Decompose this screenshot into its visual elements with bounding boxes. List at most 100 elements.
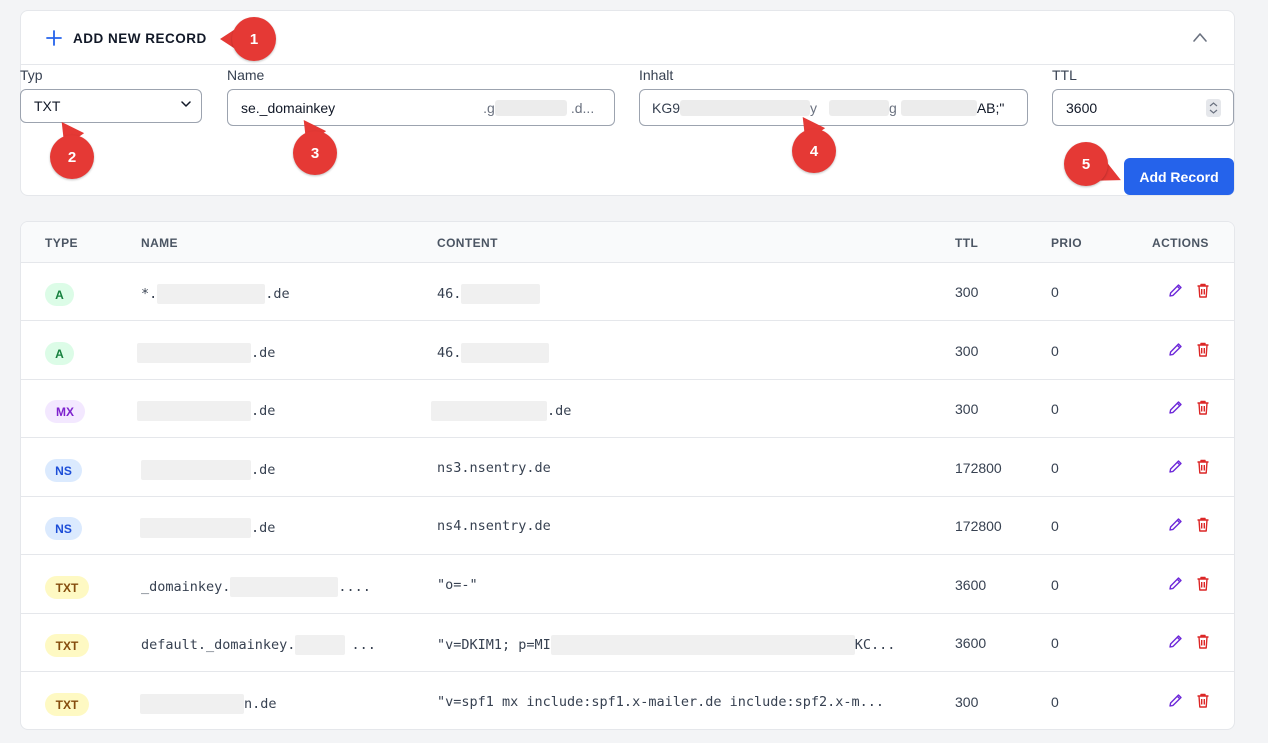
column-header-ttl: TTL — [955, 236, 979, 250]
record-ttl: 3600 — [955, 635, 987, 651]
record-name-suffix: .de — [251, 403, 276, 419]
callout-marker-2: 2 — [50, 135, 94, 179]
stepper-arrows-icon — [1209, 102, 1218, 114]
redacted-text — [680, 99, 811, 116]
pencil-icon[interactable] — [1167, 399, 1183, 416]
pencil-icon[interactable] — [1167, 341, 1183, 358]
record-name: *. .de — [141, 284, 290, 304]
name-input-end: .d... — [570, 99, 595, 116]
redacted-text — [900, 99, 977, 116]
record-prio: 0 — [1051, 694, 1059, 710]
record-content: 46. — [437, 343, 550, 363]
record-content: "o=-" — [437, 577, 478, 593]
pencil-icon[interactable] — [1167, 282, 1183, 299]
record-type-badge: TXT — [45, 576, 89, 599]
trash-icon[interactable] — [1195, 575, 1211, 592]
record-prio: 0 — [1051, 635, 1059, 651]
ttl-input-value: 3600 — [1066, 99, 1098, 116]
record-type-badge: A — [45, 283, 74, 306]
record-type-badge: MX — [45, 400, 85, 423]
record-ttl: 172800 — [955, 518, 1002, 534]
table-row: NS .de ns3.nsentry.de 172800 0 — [21, 439, 1234, 497]
chevron-up-icon[interactable] — [1192, 30, 1208, 44]
record-ttl: 300 — [955, 694, 979, 710]
record-ttl: 300 — [955, 401, 979, 417]
trash-icon[interactable] — [1195, 692, 1211, 709]
record-content-suffix: .de — [547, 403, 572, 419]
redacted-text — [461, 284, 541, 304]
redacted-text — [137, 343, 251, 363]
dns-records-table: TYPE NAME CONTENT TTL PRIO ACTIONS A *..… — [20, 221, 1235, 730]
content-label: Inhalt — [639, 67, 674, 83]
column-header-type: TYPE — [45, 236, 78, 250]
redacted-text — [137, 401, 251, 421]
trash-icon[interactable] — [1195, 399, 1211, 416]
record-content-prefix: 46. — [437, 345, 462, 361]
table-row: A .de 46. 300 0 — [21, 322, 1234, 380]
column-header-actions: ACTIONS — [1152, 236, 1209, 250]
add-record-title: ADD NEW RECORD — [73, 31, 207, 46]
redacted-text — [431, 401, 547, 421]
trash-icon[interactable] — [1195, 633, 1211, 650]
trash-icon[interactable] — [1195, 341, 1211, 358]
record-prio: 0 — [1051, 343, 1059, 359]
pencil-icon[interactable] — [1167, 692, 1183, 709]
record-name: .de — [140, 518, 275, 538]
ttl-input[interactable]: 3600 — [1052, 89, 1234, 126]
record-content: 46. — [437, 284, 541, 304]
record-name-suffix: ... — [351, 637, 376, 653]
record-type-badge: TXT — [45, 634, 89, 657]
record-type-badge: NS — [45, 459, 82, 482]
table-row: TXT default._domainkey.... "v=DKIM1; p=M… — [21, 614, 1234, 672]
content-input[interactable]: KG9 y g AB;" — [639, 89, 1028, 126]
redacted-text — [140, 694, 244, 714]
type-label: Typ — [20, 67, 43, 83]
chevron-down-icon — [181, 101, 191, 107]
type-select[interactable]: TXT — [20, 89, 202, 123]
trash-icon[interactable] — [1195, 458, 1211, 475]
record-name-suffix: n.de — [244, 696, 277, 712]
redacted-text — [494, 99, 567, 116]
record-name: .de — [137, 401, 275, 421]
record-name-suffix: .de — [251, 462, 276, 478]
pencil-icon[interactable] — [1167, 458, 1183, 475]
table-header: TYPE NAME CONTENT TTL PRIO ACTIONS — [21, 222, 1234, 263]
record-name-suffix: .de — [251, 520, 276, 536]
record-name-prefix: _domainkey. — [141, 579, 231, 595]
ttl-stepper[interactable] — [1206, 99, 1221, 117]
ttl-label: TTL — [1052, 67, 1077, 83]
content-input-start: KG9 — [652, 99, 681, 116]
record-ttl: 172800 — [955, 460, 1002, 476]
add-record-header[interactable]: ADD NEW RECORD — [21, 11, 1234, 65]
record-content-suffix: KC... — [854, 637, 896, 653]
record-prio: 0 — [1051, 518, 1059, 534]
record-name-prefix: *. — [141, 286, 158, 302]
record-type-badge: A — [45, 342, 74, 365]
pencil-icon[interactable] — [1167, 633, 1183, 650]
record-ttl: 3600 — [955, 577, 987, 593]
redacted-text — [829, 99, 890, 116]
redacted-text — [140, 518, 251, 538]
name-input-tail: .g — [483, 99, 495, 116]
record-content-prefix: 46. — [437, 286, 462, 302]
add-record-button[interactable]: Add Record — [1124, 158, 1234, 195]
redacted-text — [550, 635, 855, 655]
trash-icon[interactable] — [1195, 282, 1211, 299]
record-name-prefix: default._domainkey. — [141, 637, 296, 653]
redacted-text — [157, 284, 266, 304]
record-name-suffix: .de — [251, 345, 276, 361]
record-name: n.de — [140, 694, 277, 714]
pencil-icon[interactable] — [1167, 516, 1183, 533]
record-ttl: 300 — [955, 343, 979, 359]
name-input[interactable]: se._domainkey .g .d... — [227, 89, 615, 126]
record-type-badge: NS — [45, 517, 82, 540]
content-input-end: AB;" — [976, 99, 1005, 116]
trash-icon[interactable] — [1195, 516, 1211, 533]
record-name-suffix: .... — [338, 579, 371, 595]
record-name-suffix: .de — [265, 286, 290, 302]
record-content: "v=spf1 mx include:spf1.x-mailer.de incl… — [437, 694, 885, 710]
pencil-icon[interactable] — [1167, 575, 1183, 592]
record-content: "v=DKIM1; p=MI KC... — [437, 635, 895, 655]
plus-icon — [46, 30, 62, 46]
record-name: .de — [137, 343, 275, 363]
